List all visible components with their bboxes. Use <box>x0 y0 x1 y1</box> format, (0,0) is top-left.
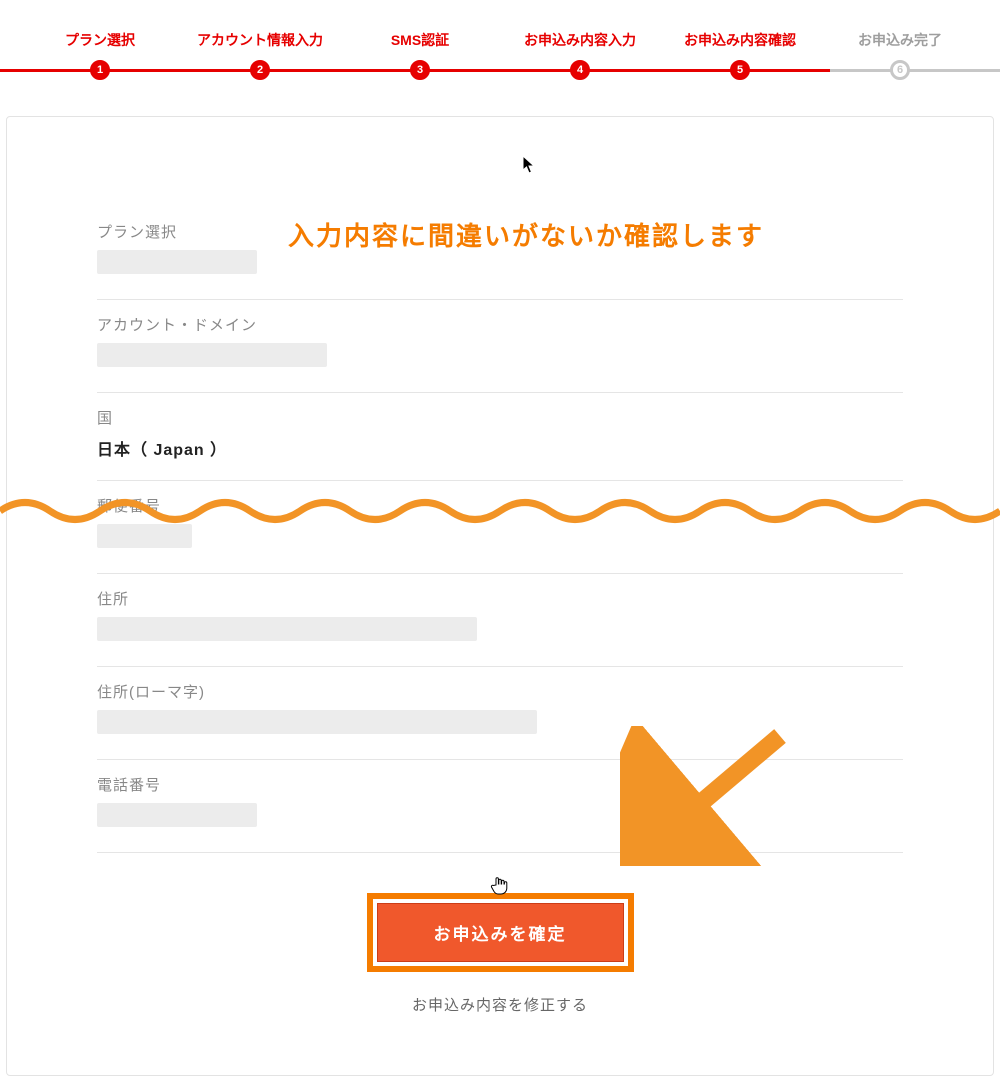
row-address: 住所 <box>97 574 903 667</box>
step-sms: SMS認証 3 <box>340 30 500 56</box>
progress-stepper: プラン選択 1 アカウント情報入力 2 SMS認証 3 お申込み内容入力 4 お… <box>0 0 1000 68</box>
step-number: 4 <box>570 60 590 80</box>
step-plan: プラン選択 1 <box>20 30 180 56</box>
row-country: 国 日本（ Japan ） <box>97 393 903 481</box>
step-label: SMS認証 <box>340 30 500 50</box>
label-address: 住所 <box>97 588 903 609</box>
value-address-redacted <box>97 617 477 641</box>
confirm-button[interactable]: お申込みを確定 <box>377 903 624 962</box>
row-domain: アカウント・ドメイン <box>97 300 903 393</box>
label-country: 国 <box>97 407 903 428</box>
label-zip: 郵便番号 <box>97 495 903 516</box>
step-number: 3 <box>410 60 430 80</box>
step-input: お申込み内容入力 4 <box>500 30 660 56</box>
step-number: 1 <box>90 60 110 80</box>
modify-link[interactable]: お申込み内容を修正する <box>97 994 903 1015</box>
step-label: お申込み内容入力 <box>500 30 660 50</box>
value-country: 日本（ Japan ） <box>97 442 227 459</box>
step-label: お申込み内容確認 <box>660 30 820 50</box>
value-tel-redacted <box>97 803 257 827</box>
value-plan-redacted <box>97 250 257 274</box>
label-address-roman: 住所(ローマ字) <box>97 681 903 702</box>
row-tel: 電話番号 <box>97 760 903 853</box>
label-tel: 電話番号 <box>97 774 903 795</box>
row-zip: 郵便番号 <box>97 481 903 574</box>
annotation-headline: 入力内容に間違いがないか確認します <box>280 200 920 279</box>
label-domain: アカウント・ドメイン <box>97 314 903 335</box>
step-number: 6 <box>890 60 910 80</box>
step-label: プラン選択 <box>20 30 180 50</box>
step-label: お申込み完了 <box>820 30 980 50</box>
step-account: アカウント情報入力 2 <box>180 30 340 56</box>
step-number: 5 <box>730 60 750 80</box>
value-domain-redacted <box>97 343 327 367</box>
highlight-box: お申込みを確定 <box>367 893 634 972</box>
step-number: 2 <box>250 60 270 80</box>
value-address-roman-redacted <box>97 710 537 734</box>
step-complete: お申込み完了 6 <box>820 30 980 56</box>
value-zip-redacted <box>97 524 192 548</box>
step-confirm: お申込み内容確認 5 <box>660 30 820 56</box>
row-address-roman: 住所(ローマ字) <box>97 667 903 760</box>
step-label: アカウント情報入力 <box>180 30 340 50</box>
action-bar: お申込みを確定 お申込み内容を修正する <box>97 893 903 1015</box>
